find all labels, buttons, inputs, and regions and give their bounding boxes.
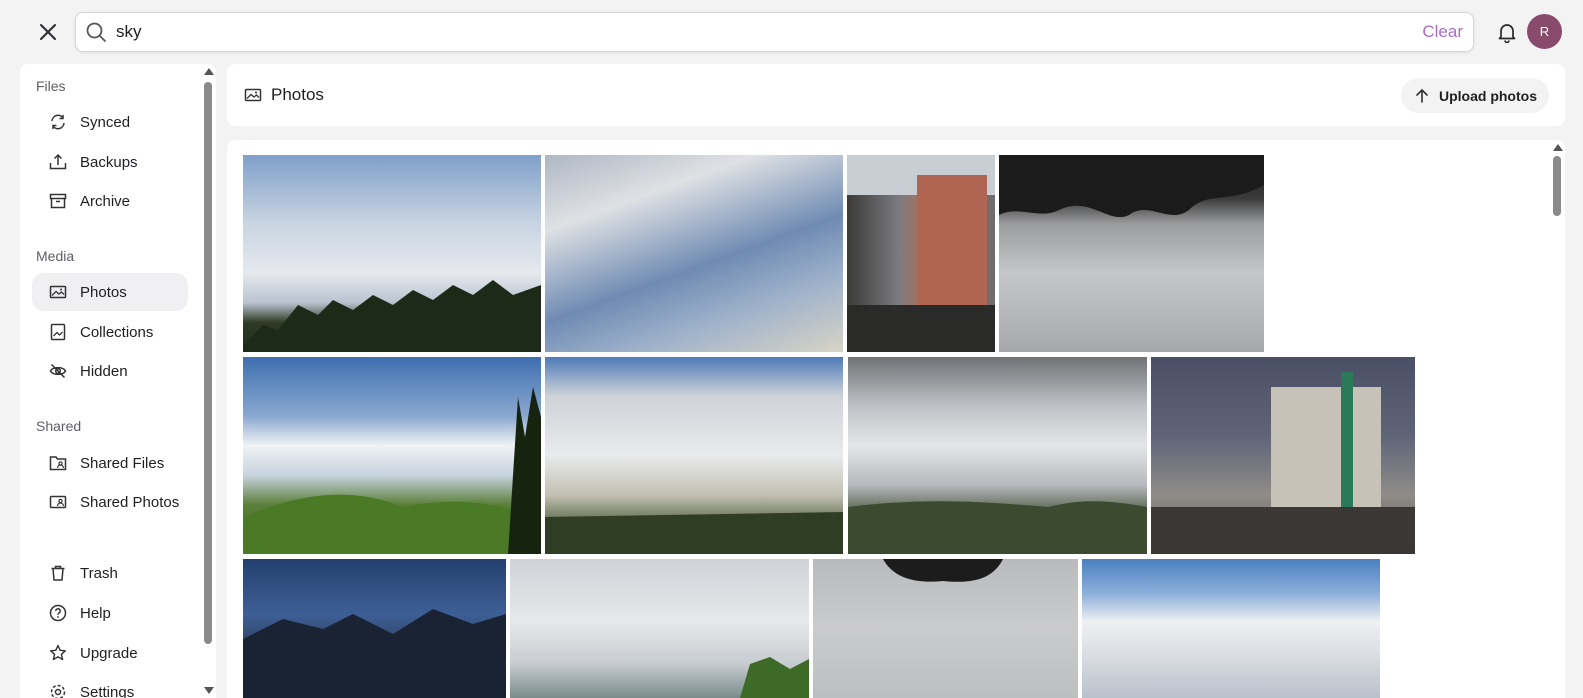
sidebar-item-label: Backups bbox=[80, 153, 138, 171]
scroll-down-arrow-icon[interactable] bbox=[204, 687, 214, 694]
upload-tray-icon bbox=[48, 152, 68, 172]
gear-icon bbox=[48, 682, 68, 698]
scrollbar-thumb[interactable] bbox=[1553, 156, 1561, 216]
sidebar-item-label: Collections bbox=[80, 323, 154, 341]
shared-photos-icon bbox=[48, 492, 68, 512]
star-icon bbox=[48, 643, 68, 663]
help-circle-icon bbox=[48, 603, 68, 623]
sync-icon bbox=[48, 112, 68, 132]
scroll-up-arrow-icon[interactable] bbox=[204, 68, 214, 75]
sidebar-item-photos[interactable]: Photos bbox=[32, 273, 188, 311]
upload-photos-button[interactable]: Upload photos bbox=[1401, 78, 1549, 113]
photo-thumbnail[interactable] bbox=[813, 559, 1078, 698]
section-heading-media: Media bbox=[36, 248, 75, 264]
search-bar: Clear bbox=[75, 12, 1474, 52]
photo-thumbnail[interactable] bbox=[243, 155, 541, 352]
photo-thumbnail[interactable] bbox=[847, 155, 995, 352]
trash-icon bbox=[48, 563, 68, 583]
search-input[interactable] bbox=[116, 22, 1421, 42]
gallery-header: Photos Upload photos bbox=[227, 64, 1565, 126]
sidebar-item-label: Shared Photos bbox=[80, 493, 180, 511]
search-icon bbox=[84, 20, 108, 44]
photo-thumbnail[interactable] bbox=[999, 155, 1264, 352]
notifications-button[interactable] bbox=[1494, 19, 1520, 45]
gallery-scrollbar[interactable] bbox=[1550, 140, 1565, 698]
photo-thumbnail[interactable] bbox=[243, 559, 506, 698]
sidebar-item-label: Synced bbox=[80, 113, 131, 131]
sidebar-item-label: Help bbox=[80, 604, 111, 622]
close-icon bbox=[40, 24, 56, 40]
upload-photos-label: Upload photos bbox=[1439, 87, 1537, 104]
sidebar-item-help[interactable]: Help bbox=[32, 594, 188, 632]
section-heading-shared: Shared bbox=[36, 418, 82, 434]
sidebar-item-shared-files[interactable]: Shared Files bbox=[32, 444, 188, 482]
sidebar-item-label: Hidden bbox=[80, 362, 128, 380]
photo-thumbnail[interactable] bbox=[545, 357, 843, 554]
photo-grid bbox=[227, 140, 1565, 698]
sidebar-item-label: Photos bbox=[80, 283, 127, 301]
section-heading-files: Files bbox=[36, 78, 66, 94]
sidebar-item-collections[interactable]: Collections bbox=[32, 313, 188, 351]
collections-icon bbox=[48, 322, 68, 342]
avatar[interactable]: R bbox=[1527, 14, 1562, 49]
page-title: Photos bbox=[271, 85, 324, 104]
sidebar-item-synced[interactable]: Synced bbox=[32, 103, 188, 141]
photo-thumbnail[interactable] bbox=[510, 559, 809, 698]
photo-thumbnail[interactable] bbox=[1082, 559, 1380, 698]
shared-folder-icon bbox=[48, 453, 68, 473]
photo-thumbnail[interactable] bbox=[243, 357, 541, 554]
sidebar-item-backups[interactable]: Backups bbox=[32, 143, 188, 181]
scroll-up-arrow-icon[interactable] bbox=[1553, 144, 1563, 151]
sidebar-item-label: Trash bbox=[80, 564, 118, 582]
photo-thumbnail[interactable] bbox=[848, 357, 1147, 554]
sidebar-item-label: Upgrade bbox=[80, 644, 138, 662]
sidebar-item-trash[interactable]: Trash bbox=[32, 554, 188, 592]
arrow-up-icon bbox=[1413, 87, 1431, 105]
sidebar-item-label: Archive bbox=[80, 192, 131, 210]
sidebar-item-hidden[interactable]: Hidden bbox=[32, 352, 188, 390]
close-search-button[interactable] bbox=[34, 18, 62, 46]
photo-thumbnail[interactable] bbox=[545, 155, 843, 352]
sidebar-item-upgrade[interactable]: Upgrade bbox=[32, 634, 188, 672]
sidebar-item-label: Settings bbox=[80, 683, 135, 698]
bell-icon bbox=[1498, 24, 1516, 43]
sidebar-scrollbar[interactable] bbox=[201, 64, 216, 698]
sidebar-item-archive[interactable]: Archive bbox=[32, 182, 188, 220]
sidebar: Files Synced Backups Archive Media Photo… bbox=[20, 64, 216, 698]
clear-search-button[interactable]: Clear bbox=[1420, 22, 1465, 42]
photos-icon bbox=[48, 282, 68, 302]
sidebar-item-label: Shared Files bbox=[80, 454, 165, 472]
scrollbar-thumb[interactable] bbox=[204, 82, 212, 644]
sidebar-item-settings[interactable]: Settings bbox=[32, 673, 188, 698]
photos-icon bbox=[243, 85, 263, 105]
sidebar-item-shared-photos[interactable]: Shared Photos bbox=[32, 483, 188, 521]
photo-thumbnail[interactable] bbox=[1151, 357, 1415, 554]
archive-box-icon bbox=[48, 191, 68, 211]
eye-off-icon bbox=[48, 361, 68, 381]
